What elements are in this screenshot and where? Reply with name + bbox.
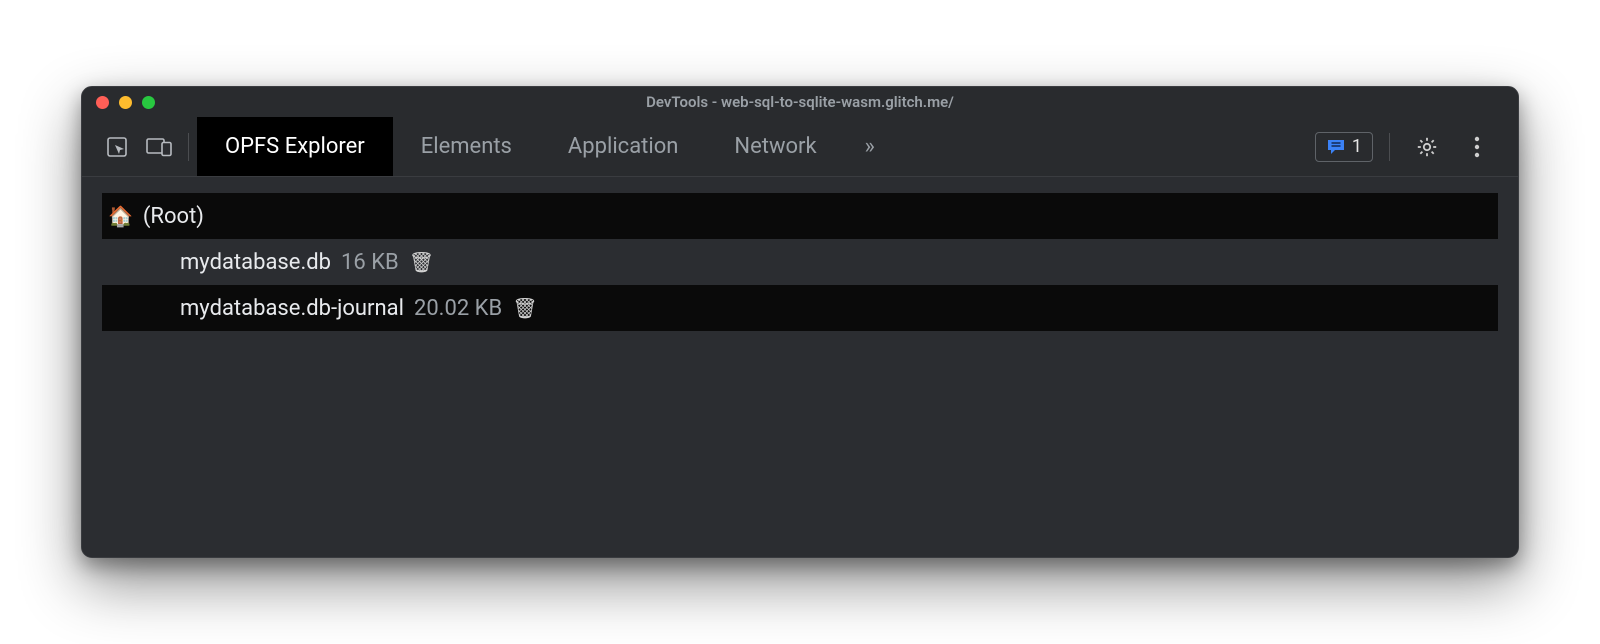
tab-elements[interactable]: Elements — [393, 117, 540, 176]
inspect-cursor-icon — [105, 135, 129, 159]
devices-icon — [146, 136, 172, 158]
devtools-window: DevTools - web-sql-to-sqlite-wasm.glitch… — [81, 86, 1519, 558]
window-title: DevTools - web-sql-to-sqlite-wasm.glitch… — [82, 93, 1518, 111]
device-toggle-button[interactable] — [138, 126, 180, 168]
trash-icon[interactable]: 🗑 — [409, 250, 434, 274]
file-size: 20.02 KB — [414, 296, 502, 321]
tab-label: OPFS Explorer — [225, 134, 365, 159]
window-minimize-button[interactable] — [119, 96, 132, 109]
root-label: (Root) — [143, 204, 204, 229]
tab-application[interactable]: Application — [540, 117, 706, 176]
kebab-icon — [1474, 136, 1480, 158]
trash-icon[interactable]: 🗑 — [512, 296, 537, 320]
gear-icon — [1415, 135, 1439, 159]
window-close-button[interactable] — [96, 96, 109, 109]
inspect-element-button[interactable] — [96, 126, 138, 168]
tab-label: Application — [568, 134, 678, 159]
opfs-explorer-panel: 🏠 (Root) mydatabase.db 16 KB 🗑 mydatabas… — [82, 177, 1518, 557]
toolbar-divider — [188, 133, 189, 161]
tab-label: Elements — [421, 134, 512, 159]
more-tabs-button[interactable]: » — [845, 117, 895, 176]
tab-opfs-explorer[interactable]: OPFS Explorer — [197, 117, 393, 176]
window-zoom-button[interactable] — [142, 96, 155, 109]
home-icon: 🏠 — [108, 204, 133, 228]
kebab-menu-button[interactable] — [1456, 126, 1498, 168]
file-name: mydatabase.db — [180, 250, 331, 275]
chevrons-right-icon: » — [865, 134, 875, 159]
file-size: 16 KB — [341, 250, 399, 275]
tab-label: Network — [734, 134, 816, 159]
chat-icon — [1326, 138, 1346, 156]
issues-badge[interactable]: 1 — [1315, 132, 1373, 162]
window-titlebar: DevTools - web-sql-to-sqlite-wasm.glitch… — [82, 87, 1518, 117]
issues-count: 1 — [1352, 136, 1362, 157]
settings-button[interactable] — [1406, 126, 1448, 168]
tab-network[interactable]: Network — [706, 117, 844, 176]
toolbar-divider — [1389, 133, 1390, 161]
file-row[interactable]: mydatabase.db 16 KB 🗑 — [102, 239, 1498, 285]
tab-strip: OPFS Explorer Elements Application Netwo… — [197, 117, 895, 176]
tree-root[interactable]: 🏠 (Root) — [102, 193, 1498, 239]
traffic-lights — [82, 96, 155, 109]
devtools-toolbar: OPFS Explorer Elements Application Netwo… — [82, 117, 1518, 177]
file-row[interactable]: mydatabase.db-journal 20.02 KB 🗑 — [102, 285, 1498, 331]
file-name: mydatabase.db-journal — [180, 296, 404, 321]
